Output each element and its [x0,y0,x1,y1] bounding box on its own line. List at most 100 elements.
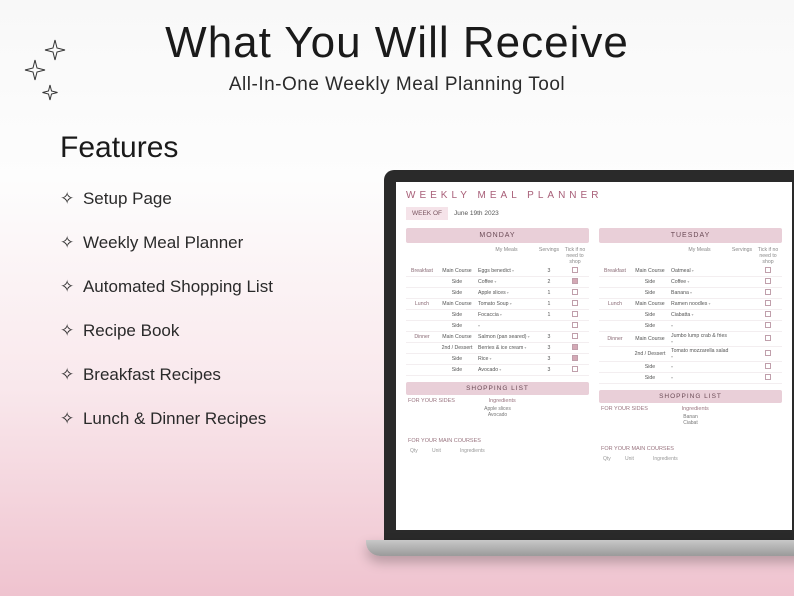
shop-checkbox[interactable] [561,300,589,308]
servings-value: 1 [537,290,561,296]
sides-label: FOR YOUR SIDES Ingredients [408,398,587,404]
meal-type: Main Course [438,301,476,307]
feature-item: Automated Shopping List [60,277,380,297]
day-column: MONDAYMy MealsServingsTick if no need to… [406,228,589,467]
meal-row: Side Rice 3 [406,354,589,365]
meal-type: 2nd / Dessert [631,351,669,357]
meal-food-dropdown[interactable]: Jumbo lump crab & fries [669,333,730,345]
servings-value: 3 [537,345,561,351]
meal-type: Side [631,312,669,318]
shop-checkbox[interactable] [561,355,589,363]
meal-row: Side Focaccia 1 [406,310,589,321]
shop-checkbox[interactable] [561,344,589,352]
feature-item: Lunch & Dinner Recipes [60,409,380,429]
meal-row: Dinner Main Course Salmon (pan seared) 3 [406,332,589,343]
meal-type: Main Course [438,268,476,274]
planner-screenshot: WEEKLY MEAL PLANNER WEEK OF June 19th 20… [396,182,792,530]
meal-row: Lunch Main Course Ramen noodles [599,299,782,310]
meal-row: Lunch Main Course Tomato Soup 1 [406,299,589,310]
servings-value: 2 [537,279,561,285]
meal-food-dropdown[interactable]: Tomato mozzarella salad [669,348,730,360]
day-header: MONDAY [406,228,589,243]
shop-checkbox[interactable] [561,366,589,374]
meal-food-dropdown[interactable] [669,364,730,370]
features-heading: Features [60,131,380,165]
shop-checkbox[interactable] [754,289,782,297]
shop-checkbox[interactable] [754,278,782,286]
planner-title: WEEKLY MEAL PLANNER [406,190,782,201]
meal-type: Side [631,323,669,329]
servings-value: 3 [537,356,561,362]
meal-food-dropdown[interactable]: Oatmeal [669,268,730,274]
shop-checkbox[interactable] [754,267,782,275]
meal-food-dropdown[interactable]: Berries & ice cream [476,345,537,351]
meal-row: Side Coffee 2 [406,277,589,288]
shop-checkbox[interactable] [754,322,782,330]
meal-food-dropdown[interactable]: Tomato Soup [476,301,537,307]
mains-label: FOR YOUR MAIN COURSES [601,446,780,452]
meal-food-dropdown[interactable]: Ciabatta [669,312,730,318]
meal-food-dropdown[interactable]: Rice [476,356,537,362]
meal-type: Side [438,290,476,296]
meal-type: Side [438,279,476,285]
meal-row: Breakfast Main Course Oatmeal [599,266,782,277]
meal-food-dropdown[interactable]: Focaccia [476,312,537,318]
shop-checkbox[interactable] [754,374,782,382]
ingredients-label: Ingredients [653,456,778,462]
feature-item: Breakfast Recipes [60,365,380,385]
meal-category: Breakfast [406,268,438,274]
meal-category: Lunch [406,301,438,307]
meal-category: Breakfast [599,268,631,274]
servings-value: 3 [537,367,561,373]
meals-head: My Meals [669,247,730,265]
shop-checkbox[interactable] [754,335,782,343]
servings-value: 1 [537,301,561,307]
meal-row: Side Avocado 3 [406,365,589,376]
meal-type: Main Course [631,336,669,342]
meal-type: Side [438,323,476,329]
meal-food-dropdown[interactable]: Avocado [476,367,537,373]
shop-checkbox[interactable] [561,289,589,297]
servings-head: Servings [537,247,561,265]
shop-checkbox[interactable] [754,300,782,308]
meal-food-dropdown[interactable]: Banana [669,290,730,296]
meal-type: Side [631,290,669,296]
tick-head: Tick if no need to shop [754,247,782,265]
meal-food-dropdown[interactable]: Coffee [669,279,730,285]
servings-value: 3 [537,334,561,340]
shop-checkbox[interactable] [754,363,782,371]
feature-item: Recipe Book [60,321,380,341]
laptop-mockup: WEEKLY MEAL PLANNER WEEK OF June 19th 20… [384,170,794,556]
meal-type: Side [631,279,669,285]
meal-food-dropdown[interactable]: Salmon (pan seared) [476,334,537,340]
meal-food-dropdown[interactable]: Eggs benedict [476,268,537,274]
week-of-label: WEEK OF [406,207,448,220]
meal-category: Lunch [599,301,631,307]
meal-food-dropdown[interactable] [476,323,537,329]
shop-checkbox[interactable] [754,350,782,358]
meal-type: Side [631,375,669,381]
shopping-list-header: SHOPPING LIST [406,382,589,395]
meal-row: 2nd / Dessert Tomato mozzarella salad [599,347,782,362]
meal-food-dropdown[interactable] [669,323,730,329]
meal-row: Breakfast Main Course Eggs benedict 3 [406,266,589,277]
shop-checkbox[interactable] [561,333,589,341]
mains-section: FOR YOUR MAIN COURSES QtyUnitIngredients [406,435,589,459]
shop-checkbox[interactable] [561,322,589,330]
shop-checkbox[interactable] [561,311,589,319]
unit-label: Unit [625,456,653,462]
meal-type: Main Course [631,268,669,274]
meal-food-dropdown[interactable]: Ramen noodles [669,301,730,307]
meal-food-dropdown[interactable]: Coffee [476,279,537,285]
shop-checkbox[interactable] [754,311,782,319]
meal-type: Side [631,364,669,370]
meal-row: Side Ciabatta [599,310,782,321]
mains-section: FOR YOUR MAIN COURSES QtyUnitIngredients [599,443,782,467]
shop-checkbox[interactable] [561,267,589,275]
meal-food-dropdown[interactable]: Apple slices [476,290,537,296]
servings-head: Servings [730,247,754,265]
meal-category: Dinner [406,334,438,340]
shopping-list-header: SHOPPING LIST [599,390,782,403]
meal-food-dropdown[interactable] [669,375,730,381]
shop-checkbox[interactable] [561,278,589,286]
